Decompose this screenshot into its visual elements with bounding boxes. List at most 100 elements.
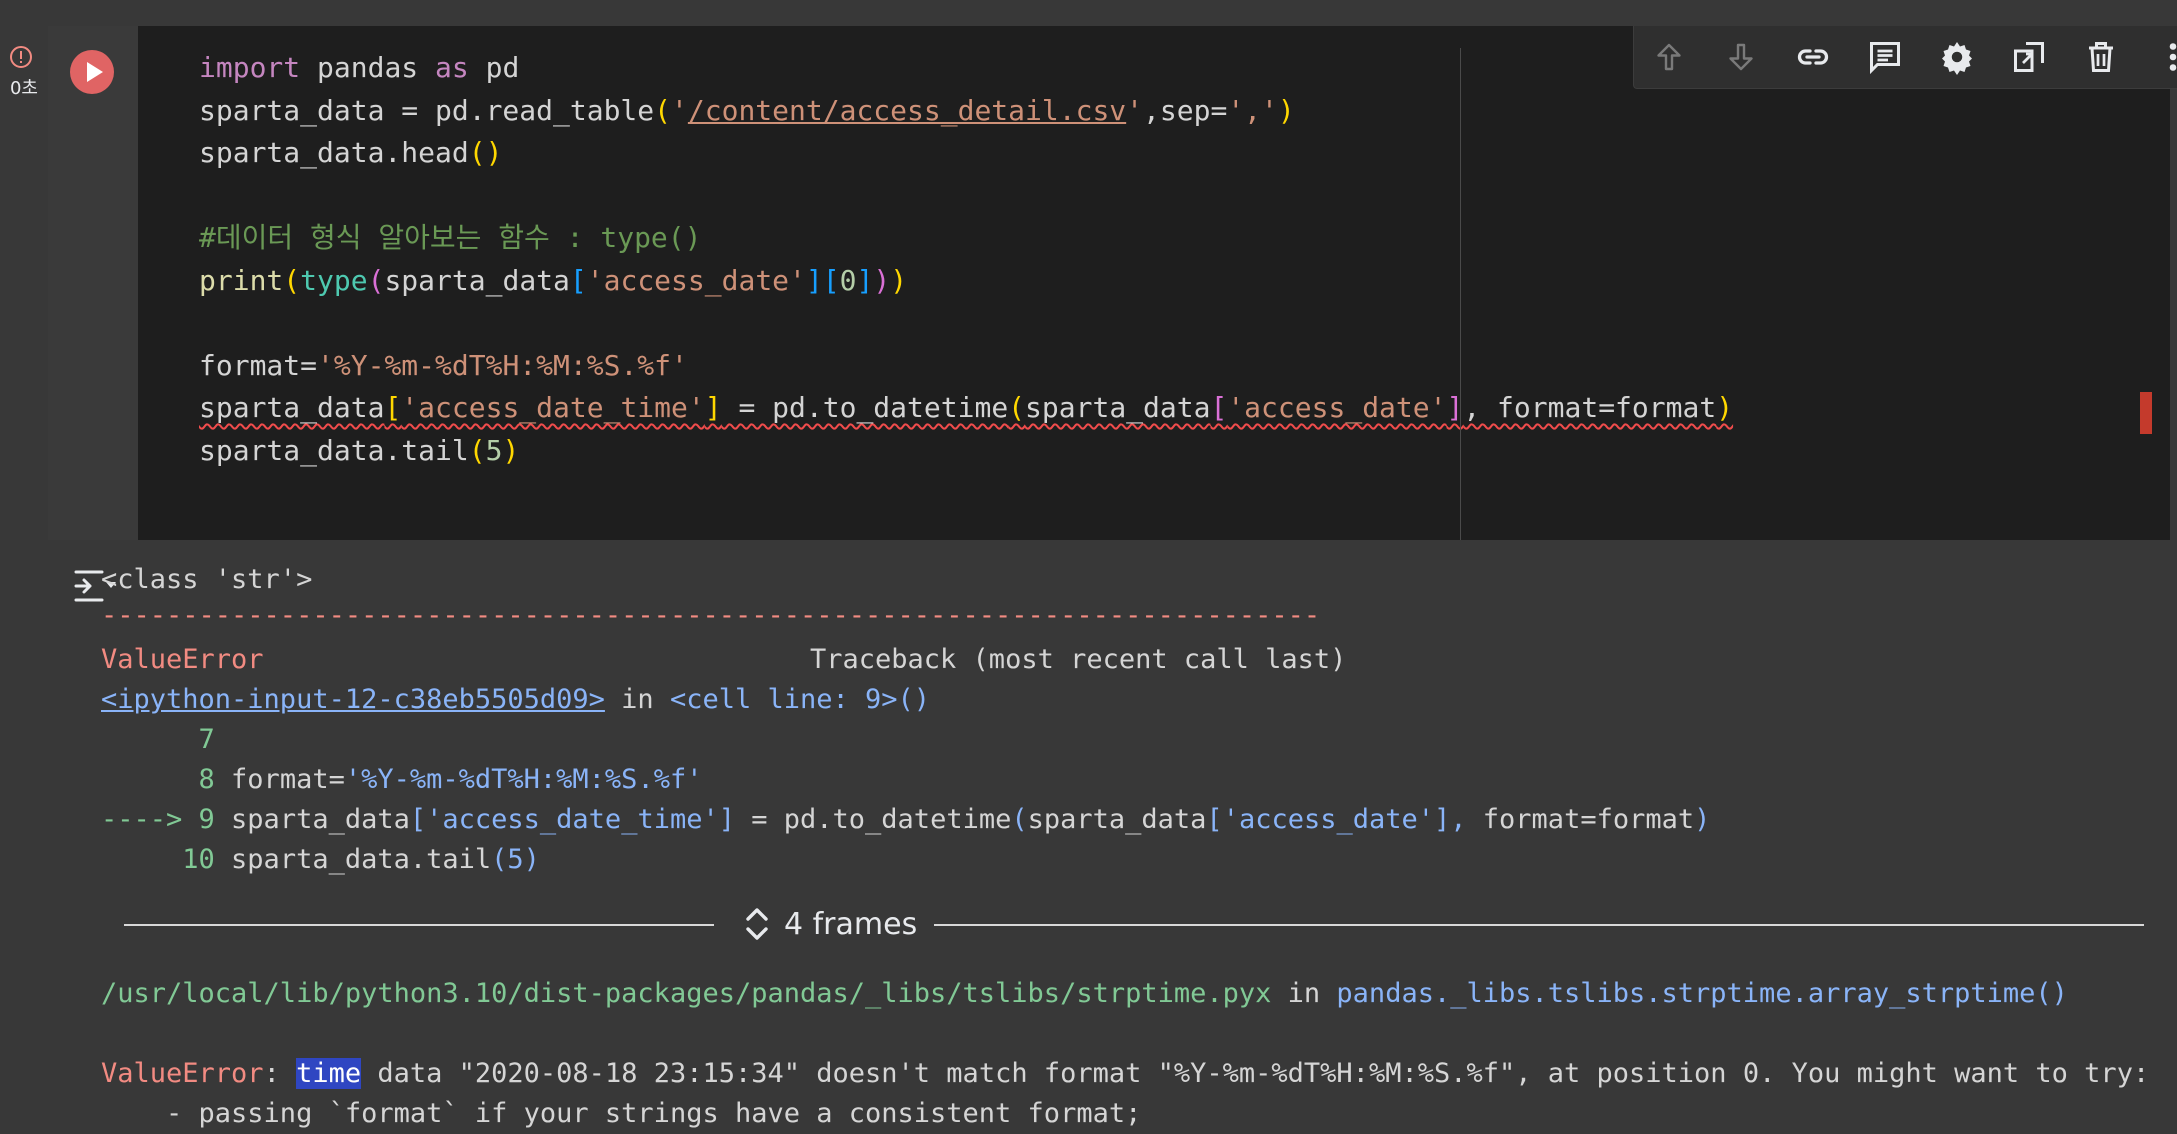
traceback-token: ( [1011, 804, 1028, 835]
code-line-9: sparta_data['access_date_time'] = pd.to_… [199, 388, 1733, 428]
traceback-header: Traceback (most recent call last) [810, 644, 1347, 675]
code-token: ',' [1227, 93, 1278, 127]
code-line-3: sparta_data.head() [199, 133, 502, 173]
code-token: ) [890, 263, 908, 297]
code-token: 0 [839, 263, 857, 297]
error-message-line: ValueError: time data "2020-08-18 23:15:… [101, 1054, 2149, 1094]
traceback-token: = pd.to_datetime [735, 804, 1012, 835]
traceback-token: ] [718, 804, 735, 835]
move-cell-up-button[interactable] [1646, 34, 1692, 80]
traceback-token: format= [231, 764, 345, 795]
code-token: ' [1126, 93, 1144, 127]
code-line-1: import pandas as pd [199, 48, 519, 88]
code-token: [ [384, 391, 402, 424]
code-token: 5 [485, 433, 503, 467]
arrow-down-icon [1729, 43, 1753, 71]
ipython-input-link[interactable]: <ipython-input-12-c38eb5505d09> [101, 684, 605, 715]
in-text: in [604, 684, 670, 715]
code-token: 'access_date' [586, 263, 806, 297]
code-token: type [300, 263, 368, 297]
code-token: [ [1210, 391, 1228, 424]
code-token: sparta_data.tail [199, 433, 469, 467]
code-token: sparta_data [384, 263, 570, 297]
lib-function: pandas._libs.tslibs.strptime.array_strpt… [1336, 978, 2068, 1009]
execution-time: 0초 [9, 78, 38, 99]
code-token: pandas [300, 51, 436, 84]
expand-frames-button[interactable]: 4 frames [744, 904, 917, 944]
code-token: ) [502, 433, 520, 467]
code-token: ) [1277, 93, 1295, 127]
traceback-line-3: ----> 9 sparta_data['access_date_time'] … [101, 800, 1710, 840]
traceback-token: 'access_date' [1222, 804, 1435, 835]
traceback-token: sparta_data.tail [231, 844, 492, 875]
code-token: ( [468, 433, 486, 467]
traceback-token: format=format [1466, 804, 1695, 835]
error-status-icon [10, 46, 32, 68]
code-token: import [199, 51, 301, 84]
code-token: ,sep= [1143, 93, 1228, 127]
lib-path[interactable]: /usr/local/lib/python3.10/dist-packages/… [101, 978, 1271, 1009]
traceback-line-4: 10 sparta_data.tail(5) [101, 840, 540, 880]
move-cell-down-button[interactable] [1718, 34, 1764, 80]
more-vert-icon [2169, 43, 2177, 71]
cell-settings-button[interactable] [1934, 34, 1980, 80]
traceback-token: 8 [101, 764, 232, 795]
code-token: ) [873, 263, 891, 297]
error-message-continued: - passing `format` if your strings have … [101, 1098, 1142, 1129]
traceback-token: ----> 9 [101, 804, 232, 835]
frames-label: 4 frames [784, 906, 918, 942]
print-output: <class 'str'> [101, 564, 313, 595]
column-ruler [1460, 48, 1461, 540]
traceback-line-2: 8 format='%Y-%m-%dT%H:%M:%S.%f' [101, 760, 703, 800]
code-token: pd [468, 51, 520, 84]
code-token: ] [856, 263, 874, 297]
traceback-token: sparta_data [1027, 804, 1207, 835]
more-actions-button[interactable] [2150, 34, 2177, 80]
traceback-line-1: 7 [101, 720, 215, 760]
error-message: data "2020-08-18 23:15:34" doesn't match… [361, 1058, 2150, 1089]
add-comment-button[interactable] [1862, 34, 1908, 80]
run-cell-button[interactable] [70, 50, 114, 94]
code-token: ] [704, 391, 722, 424]
gear-icon [1942, 42, 1972, 75]
lib-frame-line: /usr/local/lib/python3.10/dist-packages/… [101, 974, 2068, 1014]
code-token: as [435, 51, 469, 84]
code-line-5: #데이터 형식 알아보는 함수 : type() [199, 218, 702, 258]
traceback-separator: ----------------------------------------… [101, 600, 1321, 631]
traceback-token: ) [1694, 804, 1711, 835]
error-colon: : [263, 1058, 297, 1089]
code-editor[interactable]: import pandas as pd sparta_data = pd.read… [138, 26, 2170, 540]
code-token: [ [569, 263, 587, 297]
code-line-2: sparta_data = pd.read_table('/content/ac… [199, 91, 1295, 131]
comment-icon [1870, 42, 1900, 75]
traceback-token: '%Y-%m-%dT%H:%M:%S.%f' [344, 764, 703, 795]
frames-divider-left [124, 924, 714, 926]
traceback-token: 10 [101, 844, 232, 875]
traceback-frame-line: <ipython-input-12-c38eb5505d09> in <cell… [101, 680, 930, 720]
mirror-cell-button[interactable] [2006, 34, 2052, 80]
code-token: () [468, 136, 503, 169]
code-line-6: print(type(sparta_data['access_date'][0]… [199, 261, 907, 301]
code-token: #데이터 형식 알아보는 함수 : type() [199, 221, 702, 254]
code-token: ( [654, 93, 672, 127]
cell-gutter: 0초 [0, 0, 48, 1125]
traceback-token: [ [1206, 804, 1223, 835]
run-area [48, 26, 138, 540]
cell-line-ref: <cell line: 9>() [669, 684, 931, 715]
traceback-token: ], [1434, 804, 1467, 835]
code-token: 'access_date_time' [401, 391, 705, 424]
code-token: /content/access_detail.csv [687, 93, 1127, 127]
trash-icon [2089, 42, 2113, 72]
copy-link-button[interactable] [1790, 34, 1836, 80]
mirror-cell-icon [2014, 42, 2044, 72]
traceback-token: (5) [491, 844, 540, 875]
code-token: 'access_date' [1227, 391, 1447, 424]
error-type: ValueError [101, 1058, 264, 1089]
frames-divider-right [934, 924, 2144, 926]
delete-cell-button[interactable] [2078, 34, 2124, 80]
code-token: ) [1716, 391, 1734, 424]
code-token: sparta_data [1025, 391, 1211, 424]
code-token: ( [1008, 391, 1026, 424]
code-line-8: format='%Y-%m-%dT%H:%M:%S.%f' [199, 346, 688, 386]
error-name: ValueError [101, 644, 264, 675]
